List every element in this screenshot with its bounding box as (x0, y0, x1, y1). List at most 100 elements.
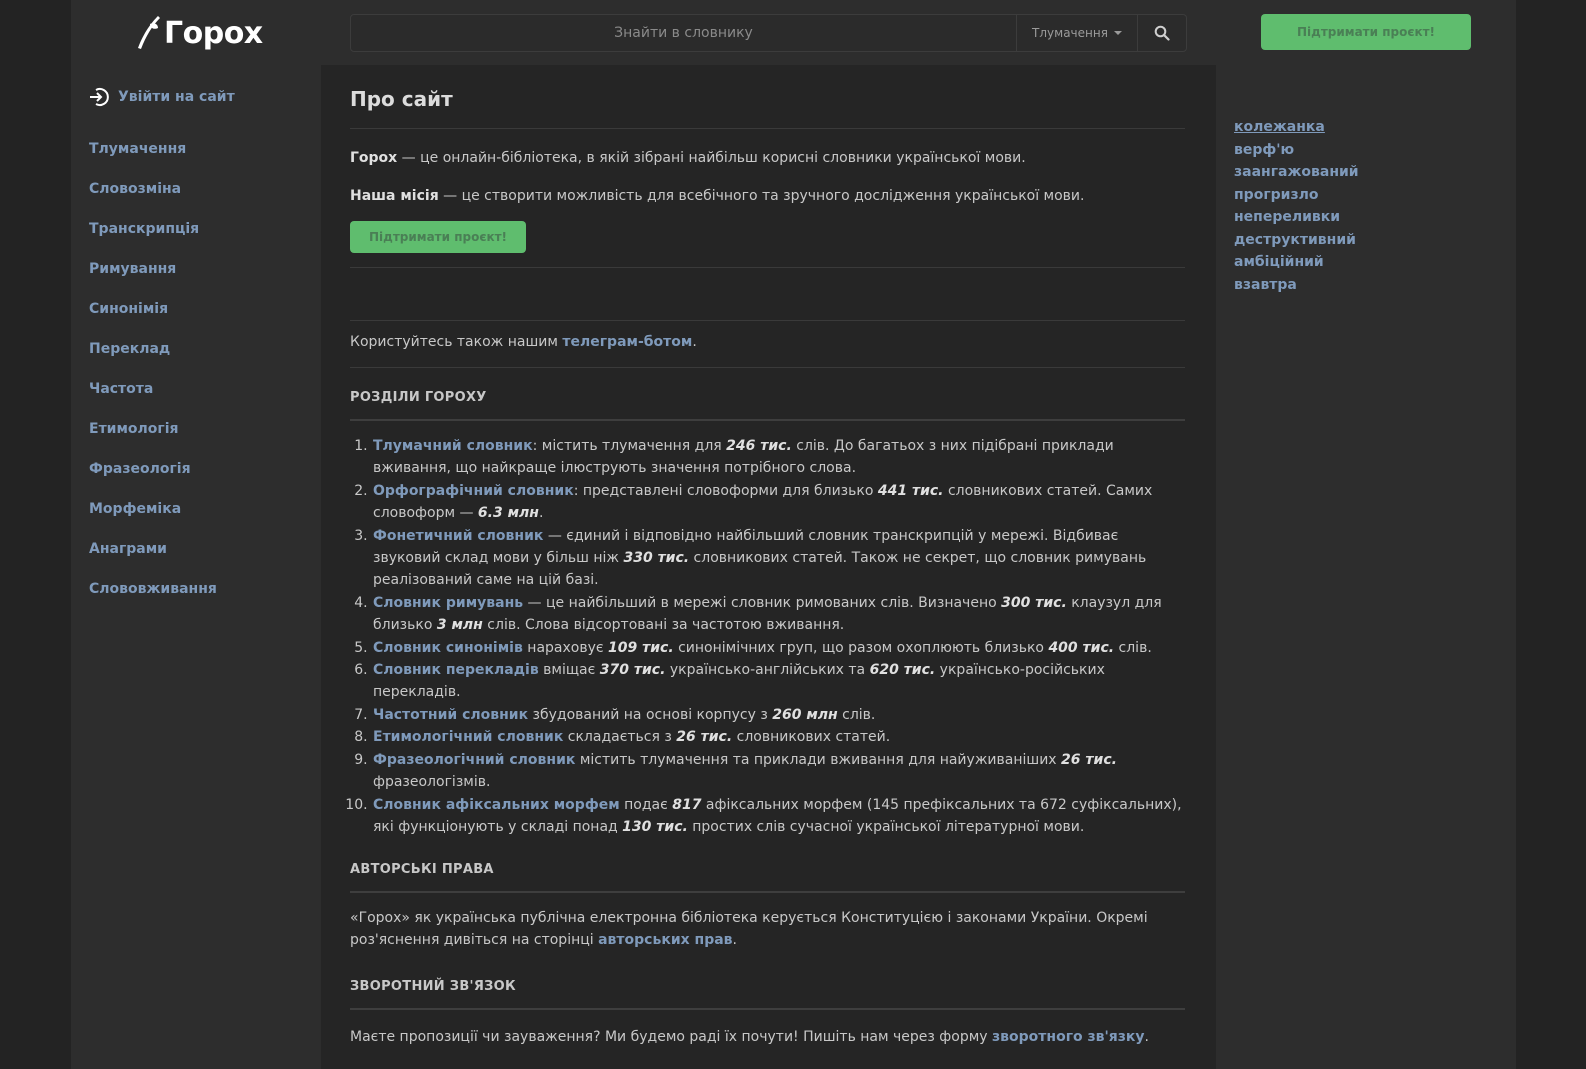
feedback-after: . (1144, 1029, 1149, 1046)
section-rule (350, 419, 1185, 421)
section-number: 330 тис. (623, 550, 690, 567)
section-number: 26 тис. (1061, 751, 1117, 768)
recent-word-link[interactable]: прогризло (1234, 184, 1359, 207)
recent-word-link[interactable]: непереливки (1234, 206, 1359, 229)
sidebar-item-rymuvannia[interactable]: Римування (89, 258, 217, 298)
section-number: 6.3 млн (477, 505, 539, 522)
caret-down-icon (1113, 31, 1122, 35)
sidebar-item-transkryptsiia[interactable]: Транскрипція (89, 218, 217, 258)
sign-in-icon (90, 88, 109, 106)
sections-list: Тлумачний словник: містить тлумачення дл… (350, 435, 1185, 838)
feedback-link[interactable]: зворотного зв'язку (992, 1029, 1145, 1045)
search-bar: Тлумачення (350, 14, 1187, 52)
sidebar-item-tlumachennia[interactable]: Тлумачення (89, 138, 217, 178)
recent-word-link[interactable]: колежанка (1234, 116, 1359, 139)
sidebar-item-chastota[interactable]: Частота (89, 378, 217, 418)
section-item: Словник синонімів нараховує 109 тис. син… (372, 637, 1185, 659)
sidebar-item-frazeolohiia[interactable]: Фразеологія (89, 458, 217, 498)
section-link-fonetychnyi[interactable]: Фонетичний словник (373, 528, 543, 544)
section-text: синонімічних груп, що разом охоплюють бл… (673, 639, 1049, 656)
section-number: 246 тис. (726, 438, 792, 454)
recent-word-link[interactable]: деструктивний (1234, 229, 1359, 252)
section-link-perekladiv[interactable]: Словник перекладів (373, 662, 539, 678)
section-number: 441 тис. (877, 482, 944, 499)
recent-word-link[interactable]: заангажований (1234, 161, 1359, 184)
section-number: 130 тис. (622, 818, 688, 835)
section-item: Словник перекладів вміщає 370 тис. украї… (372, 659, 1185, 704)
section-text: українсько-англійських та (665, 662, 870, 679)
recent-word-link[interactable]: амбіційний (1234, 251, 1359, 274)
section-number: 3 млн (436, 617, 483, 634)
section-number: 300 тис. (1001, 594, 1067, 611)
page-title: Про сайт (350, 87, 453, 111)
section-item: Фонетичний словник — єдиний і відповідно… (372, 525, 1185, 592)
section-link-synonimiv[interactable]: Словник синонімів (373, 640, 523, 656)
login-link[interactable]: Увійти на сайт (88, 86, 235, 108)
search-icon (1154, 25, 1170, 41)
section-text: слів. Слова відсортовані за частотою вжи… (482, 617, 845, 634)
sidebar-item-slovovzhyvannia[interactable]: Слововживання (89, 578, 217, 618)
divider (350, 367, 1185, 368)
section-text: складається з (563, 729, 677, 746)
copyright-link[interactable]: авторських прав (598, 932, 732, 948)
telegram-bot-link[interactable]: телеграм-ботом (562, 334, 692, 350)
section-text: фразеологізмів. (373, 774, 491, 791)
search-mode-select[interactable]: Тлумачення (1016, 15, 1137, 51)
pea-pod-logo-icon (138, 16, 160, 49)
recent-word-link[interactable]: верф'ю (1234, 139, 1359, 162)
section-link-tlumachnyi[interactable]: Тлумачний словник (373, 438, 533, 454)
sidebar-item-slovozmina[interactable]: Словозміна (89, 178, 217, 218)
section-number: 400 тис. (1048, 639, 1115, 656)
section-text: . (538, 505, 544, 522)
sidebar-item-etymolohiia[interactable]: Етимологія (89, 418, 217, 458)
sidebar-item-anahramy[interactable]: Анаграми (89, 538, 217, 578)
section-number: 109 тис. (608, 639, 674, 656)
section-link-rymuvan[interactable]: Словник римувань (373, 595, 523, 611)
intro-text: — це онлайн-бібліотека, в якій зібрані н… (397, 150, 1026, 166)
sidebar-nav: Тлумачення Словозміна Транскрипція Римув… (89, 138, 217, 618)
intro-bold: Горох (350, 150, 398, 166)
section-number: 370 тис. (599, 662, 666, 679)
sidebar-item-pereklad[interactable]: Переклад (89, 338, 217, 378)
support-project-button-main[interactable]: Підтримати проєкт! (350, 221, 526, 253)
section-item: Тлумачний словник: містить тлумачення дл… (372, 435, 1185, 480)
recent-word-link[interactable]: взавтра (1234, 274, 1359, 297)
logo-text: Горох (164, 15, 263, 51)
section-number: 620 тис. (869, 662, 936, 679)
section-link-etymolohichnyi[interactable]: Етимологічний словник (373, 729, 563, 745)
recent-words-list: колежанка верф'ю заангажований прогризло… (1234, 116, 1359, 296)
mission-text: — це створити можливість для всебічного … (438, 188, 1085, 204)
section-text: словникових статей. (732, 729, 891, 746)
section-link-morfem[interactable]: Словник афіксальних морфем (373, 797, 620, 813)
section-text: : містить тлумачення для (532, 438, 727, 454)
site-logo[interactable]: Горох (134, 14, 263, 52)
section-text: — це найбільший в мережі словник римован… (523, 594, 1002, 611)
section-link-orfohrafichnyi[interactable]: Орфографічний словник (373, 483, 574, 499)
section-text: вміщає (538, 662, 600, 679)
feedback-heading: ЗВОРОТНИЙ ЗВ'ЯЗОК (350, 979, 516, 995)
section-number: 26 тис. (676, 729, 733, 746)
section-item: Етимологічний словник складається з 26 т… (372, 726, 1185, 748)
section-text: нараховує (522, 639, 609, 656)
feedback-paragraph: Маєте пропозиції чи зауваження? Ми будем… (350, 1026, 1185, 1048)
section-link-frazeolohichnyi[interactable]: Фразеологічний словник (373, 752, 575, 768)
main-content: Про сайт Горох — це онлайн-бібліотека, в… (350, 65, 1185, 1048)
divider (350, 320, 1185, 321)
divider (350, 128, 1185, 129)
search-button[interactable] (1137, 15, 1186, 51)
section-number: 260 млн (772, 706, 838, 723)
search-input[interactable] (351, 15, 1016, 51)
sidebar-item-synonimiia[interactable]: Синонімія (89, 298, 217, 338)
section-link-chastotnyi[interactable]: Частотний словник (373, 707, 528, 723)
sections-heading: РОЗДІЛИ ГОРОХУ (350, 390, 487, 405)
intro-paragraph: Горох — це онлайн-бібліотека, в якій зіб… (350, 147, 1185, 169)
section-text: збудований на основі корпусу з (528, 706, 773, 723)
copyright-after: . (732, 932, 737, 949)
section-text: містить тлумачення та приклади вживання … (575, 751, 1062, 768)
section-item: Частотний словник збудований на основі к… (372, 704, 1185, 726)
sidebar-item-morfemika[interactable]: Морфеміка (89, 498, 217, 538)
telegram-paragraph: Користуйтесь також нашим телеграм-ботом. (350, 331, 1185, 353)
support-project-button[interactable]: Підтримати проєкт! (1261, 14, 1471, 50)
section-item: Словник римувань — це найбільший в мереж… (372, 592, 1185, 637)
mission-paragraph: Наша місія — це створити можливість для … (350, 185, 1185, 207)
